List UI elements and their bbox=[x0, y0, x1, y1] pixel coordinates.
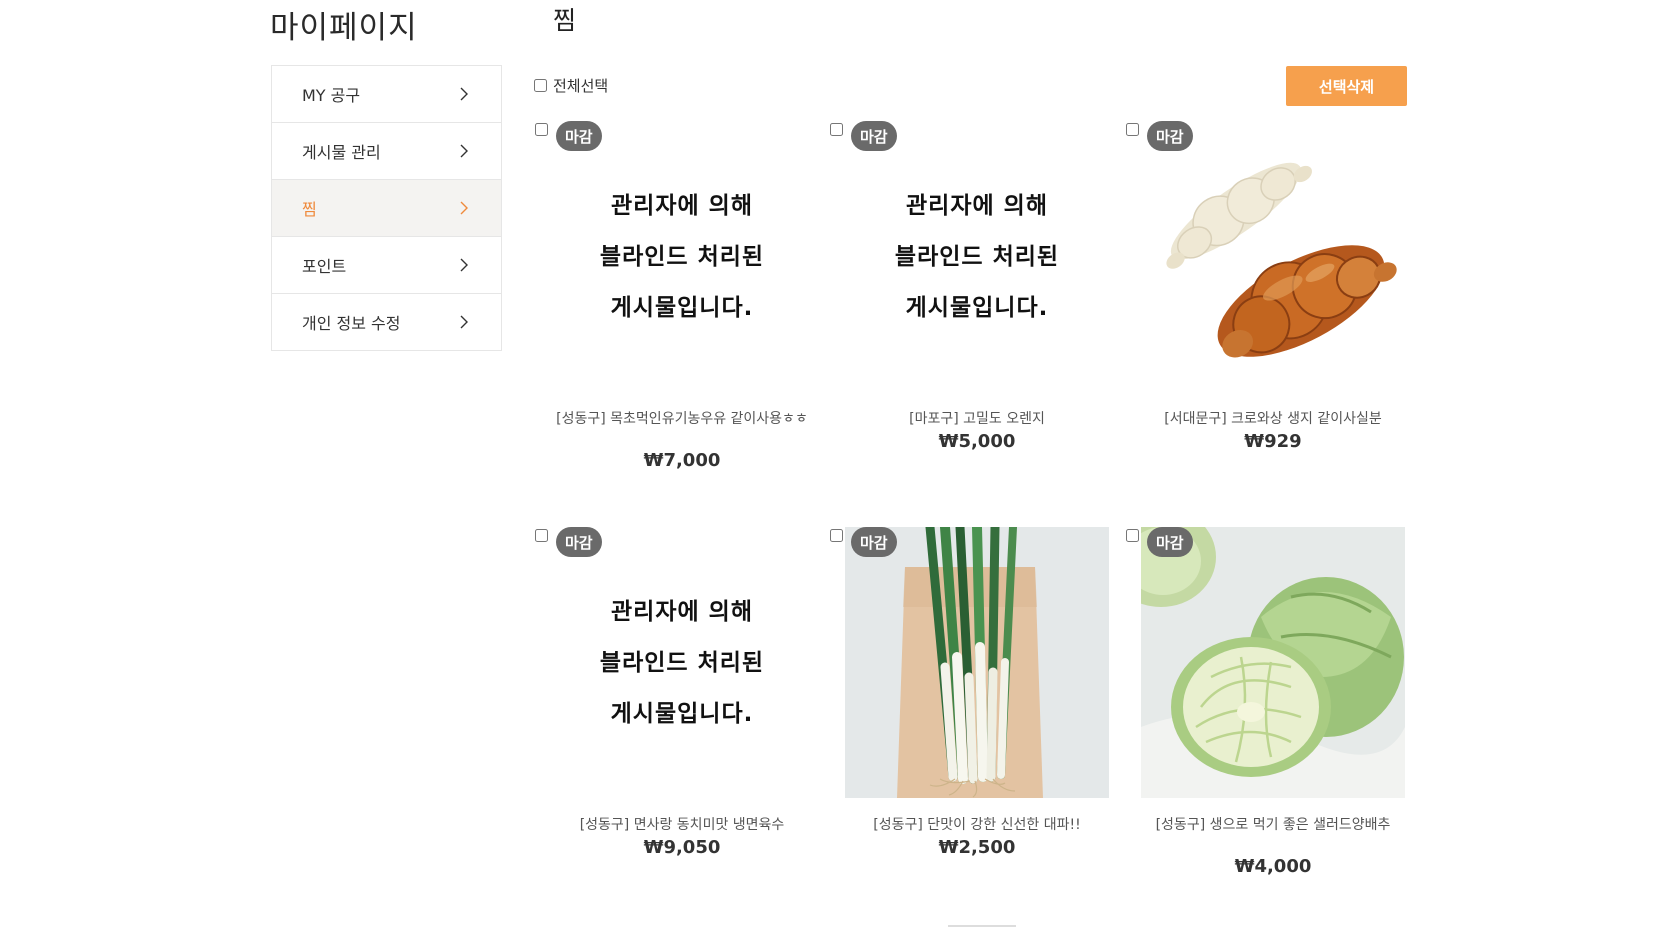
section-title: 찜 bbox=[553, 6, 577, 35]
product-image-croissant[interactable] bbox=[1141, 121, 1405, 392]
product-image-cabbage[interactable] bbox=[1141, 527, 1405, 798]
blind-notice: 관리자에 의해 블라인드 처리된 게시물입니다. bbox=[845, 181, 1109, 334]
blind-line: 게시물입니다. bbox=[610, 295, 754, 321]
product-price: ₩7,000 bbox=[643, 450, 721, 471]
select-all-checkbox[interactable] bbox=[534, 79, 547, 92]
closed-badge: 마감 bbox=[851, 527, 897, 557]
blind-line: 블라인드 처리된 bbox=[599, 244, 765, 270]
product-price: ₩5,000 bbox=[938, 431, 1016, 452]
blind-line: 블라인드 처리된 bbox=[599, 650, 765, 676]
blind-notice: 관리자에 의해 블라인드 처리된 게시물입니다. bbox=[550, 181, 814, 334]
blind-line: 게시물입니다. bbox=[905, 295, 1049, 321]
product-checkbox[interactable] bbox=[1126, 529, 1139, 542]
sidebar-item-post-management[interactable]: 게시물 관리 bbox=[272, 123, 501, 180]
blind-line: 게시물입니다. bbox=[610, 701, 754, 727]
sidebar-item-label: 포인트 bbox=[302, 257, 347, 276]
blind-line: 관리자에 의해 bbox=[611, 193, 753, 219]
sidebar-menu: MY 공구 게시물 관리 찜 포인트 개인 정보 수정 bbox=[271, 65, 502, 351]
sidebar-item-my-group-buy[interactable]: MY 공구 bbox=[272, 66, 501, 123]
product-checkbox[interactable] bbox=[1126, 123, 1139, 136]
product-checkbox[interactable] bbox=[830, 529, 843, 542]
product-price: ₩9,050 bbox=[643, 837, 721, 858]
product-checkbox[interactable] bbox=[830, 123, 843, 136]
product-checkbox[interactable] bbox=[535, 123, 548, 136]
product-name[interactable]: [성동구] 면사랑 동치미맛 냉면육수 bbox=[550, 817, 814, 833]
sidebar-item-label: 찜 bbox=[302, 200, 317, 219]
chevron-right-icon bbox=[460, 87, 468, 101]
chevron-right-icon bbox=[460, 144, 468, 158]
closed-badge: 마감 bbox=[1147, 527, 1193, 557]
select-all-label: 전체선택 bbox=[553, 77, 609, 95]
product-price: ₩929 bbox=[1244, 431, 1302, 452]
delete-selected-button[interactable]: 선택삭제 bbox=[1286, 66, 1407, 106]
sidebar-item-label: MY 공구 bbox=[302, 86, 361, 105]
chevron-right-icon bbox=[460, 258, 468, 272]
pagination-indicator bbox=[948, 925, 1016, 927]
sidebar-item-label: 게시물 관리 bbox=[302, 143, 381, 162]
product-name[interactable]: [마포구] 고밀도 오렌지 bbox=[845, 411, 1109, 427]
chevron-right-icon bbox=[460, 201, 468, 215]
closed-badge: 마감 bbox=[851, 121, 897, 151]
product-name[interactable]: [성동구] 생으로 먹기 좋은 샐러드양배추 bbox=[1141, 817, 1405, 833]
product-image-blinded[interactable]: 관리자에 의해 블라인드 처리된 게시물입니다. bbox=[845, 121, 1109, 392]
blind-notice: 관리자에 의해 블라인드 처리된 게시물입니다. bbox=[550, 587, 814, 740]
sidebar-item-points[interactable]: 포인트 bbox=[272, 237, 501, 294]
chevron-right-icon bbox=[460, 315, 468, 329]
green-onion-illustration bbox=[845, 527, 1109, 798]
product-image-green-onion[interactable] bbox=[845, 527, 1109, 798]
blind-line: 관리자에 의해 bbox=[611, 599, 753, 625]
closed-badge: 마감 bbox=[1147, 121, 1193, 151]
product-image-blinded[interactable]: 관리자에 의해 블라인드 처리된 게시물입니다. bbox=[550, 527, 814, 798]
page: 마이페이지 MY 공구 게시물 관리 찜 포인트 개인 정보 수정 찜 전체선택… bbox=[0, 0, 1678, 928]
product-name[interactable]: [성동구] 단맛이 강한 신선한 대파!! bbox=[845, 817, 1109, 833]
product-price: ₩4,000 bbox=[1234, 856, 1312, 877]
product-price: ₩2,500 bbox=[938, 837, 1016, 858]
closed-badge: 마감 bbox=[556, 121, 602, 151]
product-image-blinded[interactable]: 관리자에 의해 블라인드 처리된 게시물입니다. bbox=[550, 121, 814, 392]
product-checkbox[interactable] bbox=[535, 529, 548, 542]
product-name[interactable]: [서대문구] 크로와상 생지 같이사실분 bbox=[1141, 411, 1405, 427]
sidebar-item-wishlist[interactable]: 찜 bbox=[272, 180, 501, 237]
mypage-title: 마이페이지 bbox=[270, 10, 418, 46]
sidebar-item-label: 개인 정보 수정 bbox=[302, 314, 401, 333]
cabbage-illustration bbox=[1141, 527, 1405, 798]
blind-line: 관리자에 의해 bbox=[906, 193, 1048, 219]
blind-line: 블라인드 처리된 bbox=[894, 244, 1060, 270]
croissant-illustration bbox=[1166, 162, 1397, 358]
closed-badge: 마감 bbox=[556, 527, 602, 557]
product-name[interactable]: [성동구] 목초먹인유기농우유 같이사용ㅎㅎ bbox=[550, 411, 814, 427]
sidebar-item-edit-profile[interactable]: 개인 정보 수정 bbox=[272, 294, 501, 351]
select-all[interactable]: 전체선택 bbox=[534, 75, 608, 96]
